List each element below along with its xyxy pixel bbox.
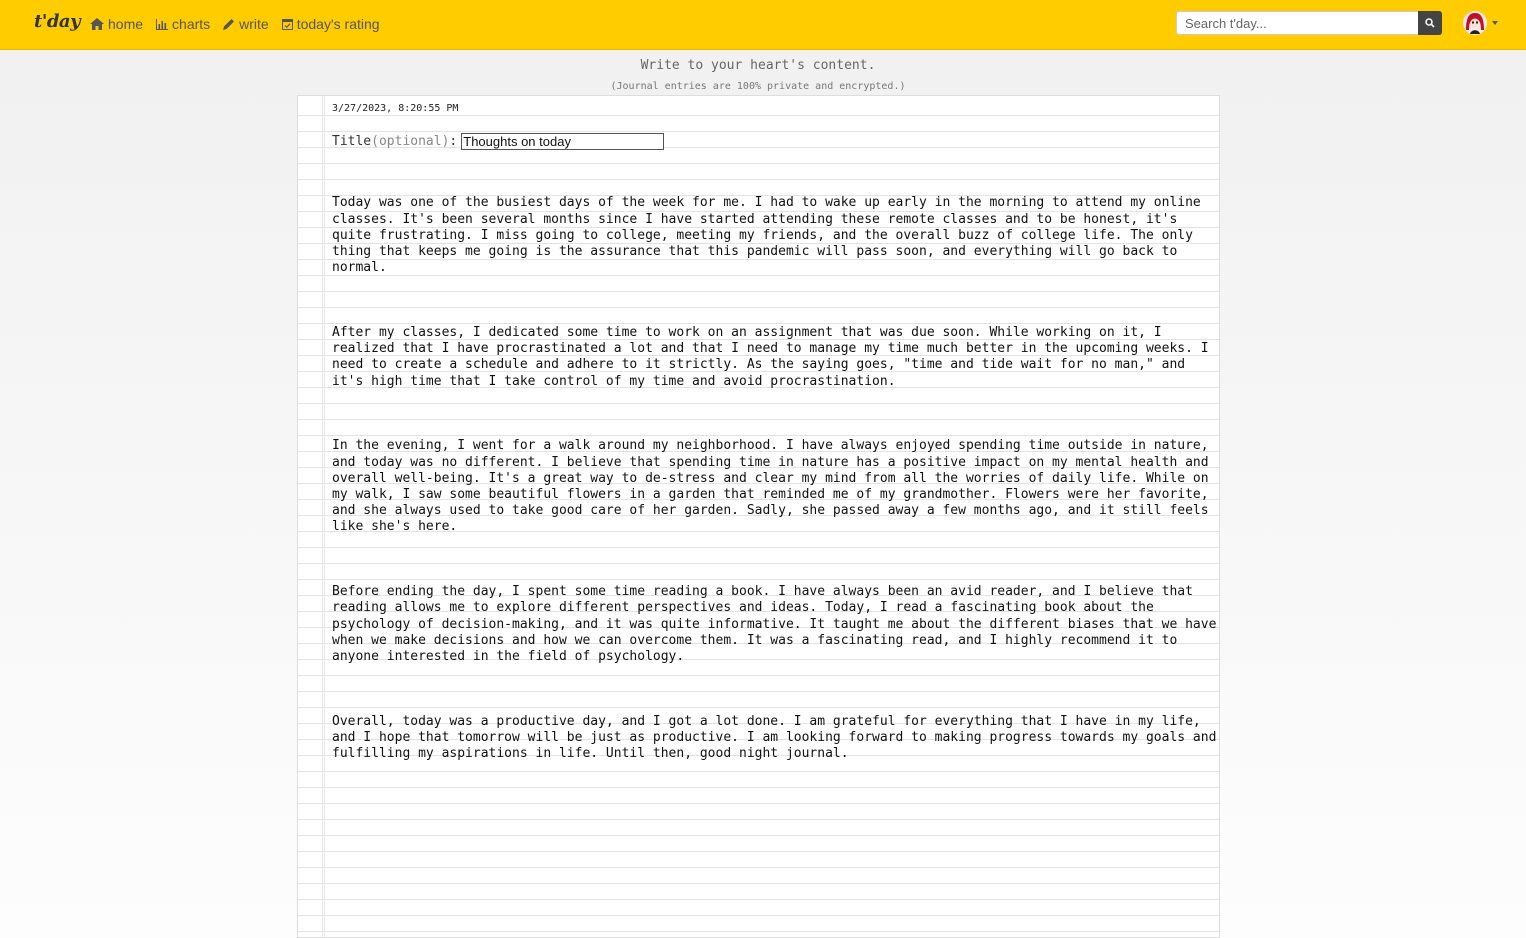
nav-link-write-label: write: [239, 16, 269, 32]
chevron-down-icon: [1492, 21, 1498, 25]
avatar-icon: [1463, 11, 1487, 35]
title-row: Title (optional):: [332, 133, 665, 150]
nav-link-todays-rating-label: today's rating: [296, 16, 380, 32]
paper-margin-line-inner: [324, 96, 325, 937]
entry-paragraph: After my classes, I dedicated some time …: [332, 325, 1217, 389]
nav-link-charts-label: charts: [172, 16, 211, 32]
nav-link-home[interactable]: home: [90, 15, 143, 33]
search-bar: [1176, 11, 1442, 35]
nav-link-charts[interactable]: charts: [156, 15, 210, 33]
page-tagline: Write to your heart's content.: [640, 58, 876, 73]
privacy-note: (Journal entries are 100% private and en…: [610, 81, 906, 92]
title-optional-hint: (optional): [371, 134, 450, 149]
entry-paragraph: Overall, today was a productive day, and…: [332, 713, 1217, 762]
title-colon: :: [449, 134, 458, 149]
entry-paragraph: Before ending the day, I spent some time…: [332, 584, 1217, 665]
title-input[interactable]: [461, 133, 665, 150]
nav-link-write[interactable]: write: [223, 15, 269, 33]
search-button[interactable]: [1418, 11, 1442, 35]
bar-chart-icon: [156, 18, 169, 30]
entry-paragraph: Today was one of the busiest days of the…: [332, 195, 1209, 276]
home-icon: [90, 18, 104, 30]
paper-margin-line: [322, 96, 323, 937]
brand-logo[interactable]: t'day: [34, 11, 81, 32]
title-label: Title: [332, 134, 372, 149]
search-icon: [1425, 18, 1435, 28]
calendar-check-icon: [281, 19, 293, 30]
journal-paper: 3/27/2023, 8:20:55 PM Title (optional): T…: [297, 95, 1220, 938]
user-menu[interactable]: [1462, 10, 1498, 36]
pencil-icon: [223, 19, 235, 30]
nav-link-home-label: home: [108, 16, 144, 32]
entry-paragraph: In the evening, I went for a walk around…: [332, 438, 1217, 535]
nav-link-todays-rating[interactable]: today's rating: [281, 15, 380, 33]
nav-links: home charts write today's rating: [90, 15, 393, 33]
navbar: t'day home charts write today's rating: [0, 0, 1526, 50]
entry-datestamp: 3/27/2023, 8:20:55 PM: [332, 103, 459, 114]
search-input[interactable]: [1176, 11, 1418, 35]
entry-body-textarea[interactable]: Today was one of the busiest days of the…: [332, 163, 1217, 811]
